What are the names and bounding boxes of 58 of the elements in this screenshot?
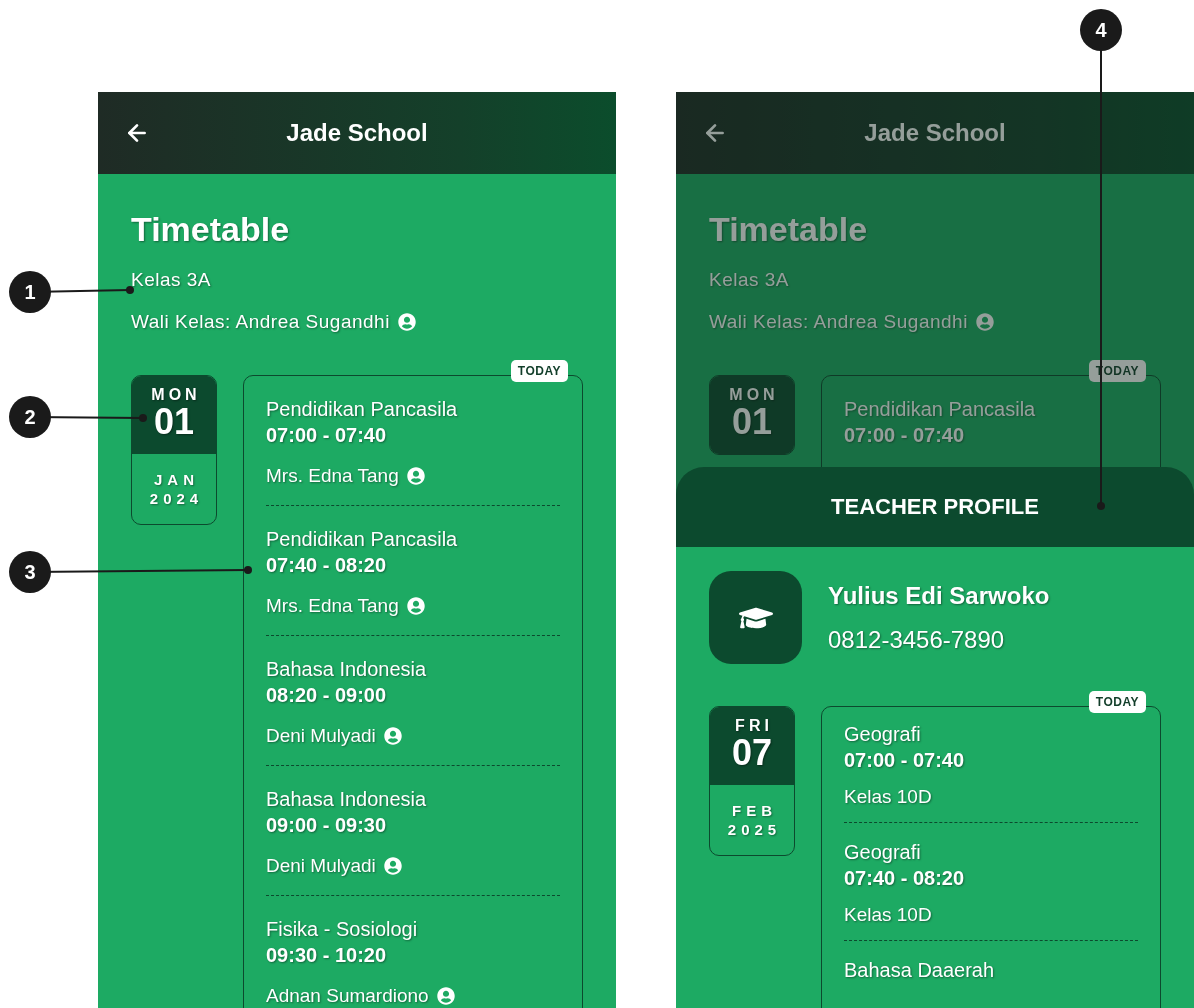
user-icon (397, 313, 416, 331)
teacher-name: Mrs. Edna Tang (266, 595, 399, 617)
lesson-subject: Bahasa Indonesia (266, 788, 428, 811)
month: JAN (154, 471, 199, 488)
callout-marker: 4 (1080, 9, 1122, 51)
user-icon (406, 467, 425, 485)
lesson-subject: Geografi (844, 723, 922, 746)
lesson-time: 09:30 - 10:20 (266, 944, 388, 967)
lesson-time: 07:40 - 08:20 (266, 554, 388, 577)
lesson-subject: Bahasa Daaerah (844, 959, 996, 982)
app-title: Jade School (864, 119, 1006, 146)
lesson-subject: Pendidikan Pancasila (266, 398, 459, 421)
teacher-name: Yulius Edi Sarwoko (828, 581, 1050, 610)
weekday: MON (729, 386, 779, 404)
lesson-subject: Bahasa Indonesia (266, 658, 428, 681)
callout-marker: 1 (9, 271, 51, 313)
lesson-time: 07:00 - 07:40 (266, 424, 388, 447)
callout-marker: 2 (9, 396, 51, 438)
class-name: Kelas 10D (844, 904, 932, 926)
lesson-subject: Fisika - Sosiologi (266, 918, 419, 941)
today-badge: TODAY (1088, 691, 1146, 713)
page-title: Timetable (709, 210, 869, 249)
lesson-time: 09:00 - 09:30 (266, 814, 388, 837)
phone-number: 0812-3456-7890 (828, 625, 1006, 654)
app-title: Jade School (286, 119, 428, 146)
teacher-name: Adnan Sumardiono (266, 985, 429, 1007)
weekday: MON (151, 386, 201, 404)
lesson-subject: Geografi (844, 841, 922, 864)
user-icon (436, 987, 455, 1005)
lesson-time: 07:40 - 08:20 (844, 867, 966, 890)
class-label: Kelas 3A (709, 269, 790, 291)
today-badge: TODAY (510, 360, 568, 382)
lesson-time: 08:20 - 09:00 (266, 684, 388, 707)
teacher-name: Deni Mulyadi (266, 725, 376, 747)
homeroom-teacher: Wali Kelas: Andrea Sugandhi (709, 311, 968, 333)
teacher-name: Mrs. Edna Tang (266, 465, 399, 487)
day-number: 01 (153, 404, 194, 440)
page-title: Timetable (131, 210, 291, 249)
user-icon (406, 597, 425, 615)
user-icon (975, 313, 994, 331)
user-icon (383, 857, 402, 875)
teacher-name: Deni Mulyadi (266, 855, 376, 877)
sheet-header: TEACHER PROFILE (676, 467, 1194, 547)
homeroom-teacher: Wali Kelas: Andrea Sugandhi (131, 311, 390, 333)
callout-marker: 3 (9, 551, 51, 593)
lesson-subject: Pendidikan Pancasila (266, 528, 459, 551)
user-icon (383, 727, 402, 745)
day-number: 01 (731, 404, 772, 440)
lesson-subject: Pendidikan Pancasila (844, 398, 1037, 421)
class-name: Kelas 10D (844, 786, 932, 808)
class-label: Kelas 3A (131, 269, 212, 291)
month: FEB (732, 802, 777, 819)
year: 2024 (149, 490, 204, 507)
weekday: FRI (735, 717, 773, 735)
year: 2025 (727, 821, 782, 838)
lesson-time: 07:00 - 07:40 (844, 424, 966, 447)
day-number: 07 (731, 735, 772, 771)
lesson-time: 07:00 - 07:40 (844, 749, 966, 772)
